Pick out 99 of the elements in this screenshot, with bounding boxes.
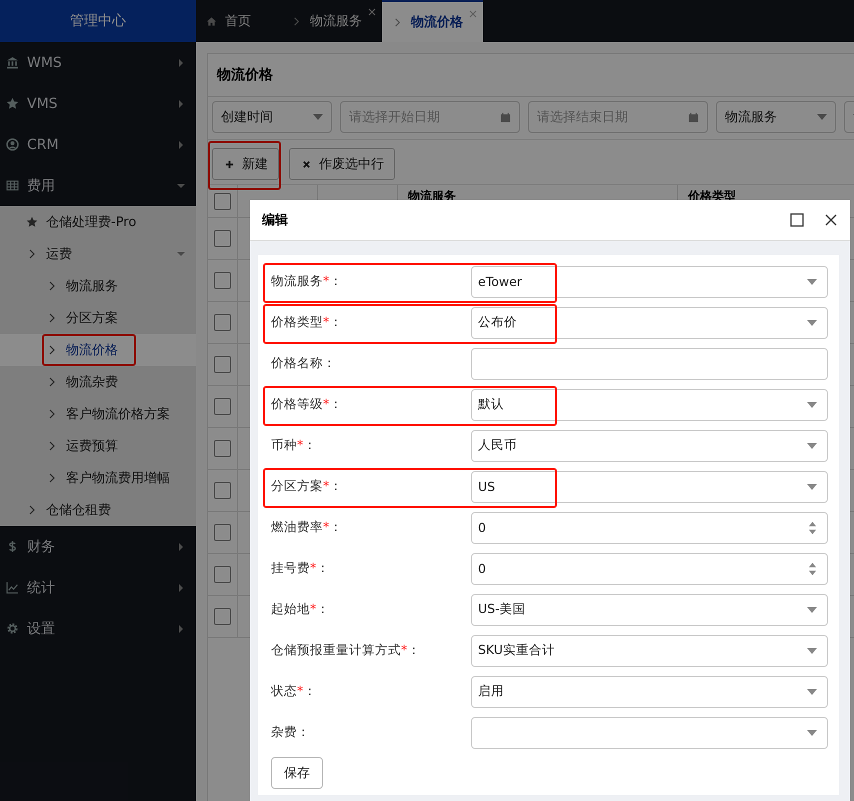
star-icon [26,216,38,228]
submenu-item[interactable]: 物流价格 [0,334,196,366]
select-field[interactable]: US [471,470,828,502]
tab[interactable]: 首页 [196,0,281,42]
line-chart-icon [6,581,19,594]
caret-icon [807,442,817,448]
spinner-icon[interactable] [808,520,817,536]
x-icon [302,160,311,168]
sidebar-item[interactable]: 费用 [0,165,196,206]
brand-title: 管理中心 [0,0,196,42]
close-icon[interactable] [824,213,838,227]
field-label: 价格类型*： [271,314,344,331]
sidebar-item[interactable]: WMS [0,42,196,83]
checkbox[interactable] [214,440,231,457]
submenu-item[interactable]: 客户物流价格方案 [0,398,196,430]
plus-icon [225,160,234,168]
user-icon [6,138,19,151]
caret-icon [313,114,323,120]
checkbox[interactable] [214,608,231,625]
checkbox[interactable] [214,314,231,331]
field-label: 杂费： [271,724,311,741]
caret-icon [807,688,817,694]
select-field[interactable]: 公布价 [471,306,828,338]
caret-icon [807,484,817,490]
caret-icon [178,584,184,592]
checkbox[interactable] [214,566,231,583]
sidebar-item[interactable]: 统计 [0,567,196,608]
checkbox[interactable] [214,398,231,415]
field-label: 分区方案*： [271,478,344,495]
calendar-icon [500,112,511,122]
caret-icon [807,730,817,736]
sidebar-item[interactable]: VMS [0,83,196,124]
submenu-item[interactable]: 运费预算 [0,430,196,462]
settings-icon [6,622,19,635]
tab[interactable]: 物流价格 [382,0,483,42]
field-label: 挂号费*： [271,560,330,577]
submenu-item[interactable]: 仓储仓租费 [0,494,196,526]
checkbox[interactable] [214,272,231,289]
select-field[interactable]: SKU实重合计 [471,634,828,666]
checkbox[interactable] [214,482,231,499]
bank-icon [6,56,19,69]
caret-icon [807,278,817,284]
void-button[interactable]: 作废选中行 [289,148,395,180]
caret-icon [178,58,184,66]
sidebar-item[interactable]: 财务 [0,526,196,567]
number-field[interactable]: 0 [471,512,828,544]
field-label: 起始地*： [271,601,330,618]
select-field[interactable]: US-美国 [471,594,828,626]
dollar-icon [6,540,19,553]
sidebar-item[interactable]: 设置 [0,608,196,649]
field-label: 物流服务*： [271,273,344,290]
caret-icon [807,648,817,654]
page-title: 物流价格 [208,54,854,97]
calendar-icon [688,112,699,122]
field-label: 价格等级*： [271,396,344,413]
filter-select[interactable]: 物流服务 [716,101,836,133]
caret-icon [177,251,185,257]
save-button[interactable]: 保存 [271,757,323,789]
checkbox[interactable] [214,524,231,541]
submenu-item[interactable]: 运费 [0,238,196,270]
submenu-item[interactable]: 仓储处理费-Pro [0,206,196,238]
caret-icon [178,624,184,632]
number-field[interactable]: 0 [471,552,828,584]
submenu-item[interactable]: 物流杂费 [0,366,196,398]
dialog-title: 编辑 [262,212,289,229]
caret-icon [807,320,817,326]
select-field[interactable] [471,716,828,748]
caret-icon [178,542,184,550]
star-icon [6,97,19,110]
select-field[interactable]: 默认 [471,388,828,420]
select-field[interactable]: eTower [471,266,828,298]
caret-icon [807,402,817,408]
submenu-item[interactable]: 物流服务 [0,270,196,302]
caret-icon [178,140,184,148]
caret-icon [817,114,827,120]
table-icon [6,179,19,192]
spinner-icon[interactable] [808,560,817,576]
field-label: 仓储预报重量计算方式*： [271,642,422,659]
checkbox[interactable] [214,356,231,373]
checkbox[interactable] [214,192,231,210]
input-field[interactable] [471,348,828,380]
home-icon [206,16,217,26]
caret-icon [807,606,817,612]
new-button[interactable]: 新建 [212,148,279,180]
caret-icon [177,182,185,188]
filter-select[interactable]: 创建时间 [212,101,332,133]
field-label: 燃油费率*： [271,519,344,536]
select-field[interactable]: 人民币 [471,430,828,462]
sidebar-item[interactable]: CRM [0,124,196,165]
tab[interactable]: 物流服务 [281,0,382,42]
field-label: 价格名称： [271,355,337,372]
caret-icon [178,100,184,108]
submenu-item[interactable]: 分区方案 [0,302,196,334]
field-label: 状态*： [271,683,318,700]
maximize-icon[interactable] [790,213,804,227]
select-field[interactable]: 启用 [471,676,828,708]
field-label: 币种*： [271,437,318,454]
submenu-item[interactable]: 客户物流费用增幅 [0,462,196,494]
checkbox[interactable] [214,230,231,247]
